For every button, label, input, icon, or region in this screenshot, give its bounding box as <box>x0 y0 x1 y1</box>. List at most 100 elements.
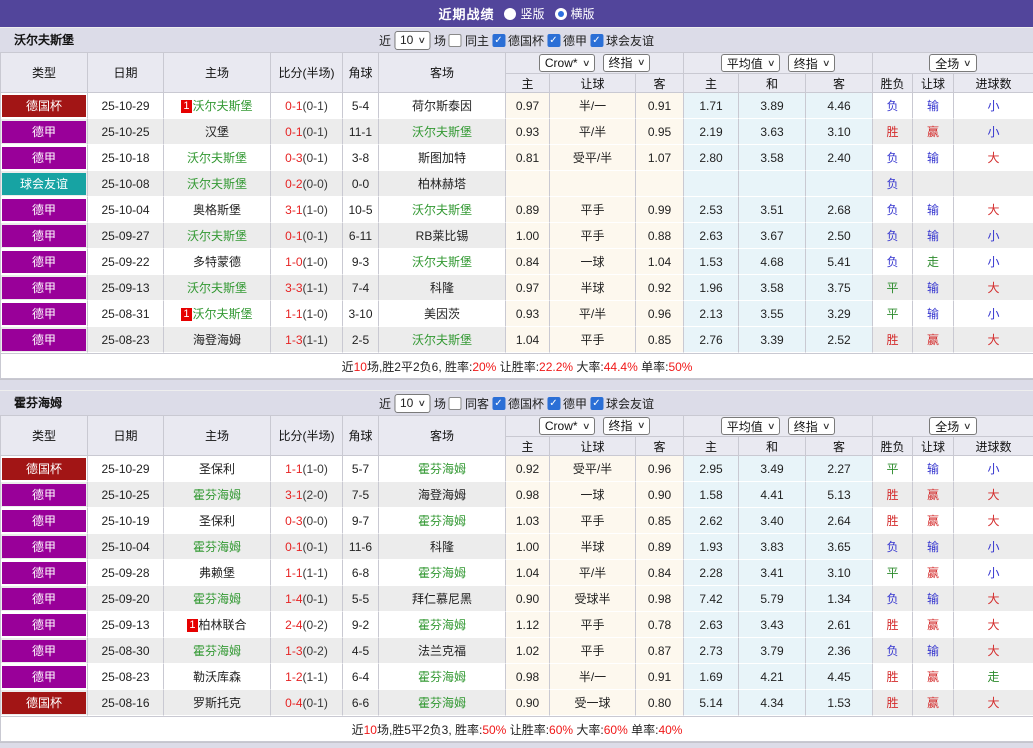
bookmaker-select[interactable]: Crow*∨ <box>539 417 595 435</box>
match-row: 德国杯25-10-291沃尔夫斯堡0-1(0-1)5-4荷尔斯泰因0.97半/一… <box>1 93 1033 119</box>
chevron-down-icon: ∨ <box>822 421 831 432</box>
average-select[interactable]: 平均值∨ <box>721 54 781 72</box>
average-odds-cell: 4.34 <box>739 690 806 716</box>
halftime-score: (0-2) <box>303 618 328 632</box>
result-text: 负 <box>887 592 899 606</box>
full-match-select[interactable]: 全场∨ <box>929 54 977 72</box>
score-cell: 0-3(0-1) <box>271 145 343 171</box>
result-text: 输 <box>927 462 939 476</box>
chevron-down-icon: ∨ <box>582 58 591 69</box>
league-filter-checkbox[interactable]: ✓ <box>547 34 560 47</box>
bookmaker-select[interactable]: Crow*∨ <box>539 54 595 72</box>
chevron-down-icon: ∨ <box>582 421 591 432</box>
fulltime-score: 0-1 <box>285 540 302 554</box>
col-header-odds-home: 主 <box>506 437 550 456</box>
score-cell: 0-1(0-1) <box>271 119 343 145</box>
home-team-name: 霍芬海姆 <box>193 592 241 606</box>
odds-time-select-2[interactable]: 终指∨ <box>788 54 836 72</box>
home-team-name: 霍芬海姆 <box>193 488 241 502</box>
home-team-cell: 沃尔夫斯堡 <box>164 145 271 171</box>
layout-option-horizontal[interactable]: 横版 <box>555 5 595 22</box>
result-text: 赢 <box>927 566 939 580</box>
away-team-name: 美因茨 <box>424 307 460 321</box>
match-count-select[interactable]: 10 ∨ <box>394 31 431 50</box>
average-odds-cell: 2.36 <box>806 638 873 664</box>
competition-type-cell: 德甲 <box>1 638 88 664</box>
handicap-result: 输 <box>913 145 954 171</box>
average-odds-cell <box>684 171 739 197</box>
result-text: 输 <box>927 281 939 295</box>
league-filter-checkbox[interactable]: ✓ <box>547 397 560 410</box>
home-team-cell: 霍芬海姆 <box>164 482 271 508</box>
home-team-cell: 沃尔夫斯堡 <box>164 275 271 301</box>
average-select[interactable]: 平均值∨ <box>721 417 781 435</box>
result-text: 负 <box>887 203 899 217</box>
result-text: 输 <box>927 644 939 658</box>
result-text: 大 <box>988 488 1000 502</box>
handicap-odds-cell: 0.85 <box>636 327 684 353</box>
handicap-result: 输 <box>913 223 954 249</box>
result-text: 大 <box>988 592 1000 606</box>
result-text: 胜 <box>887 488 899 502</box>
layout-option-vertical[interactable]: 竖版 <box>504 5 544 22</box>
summary-segment: 22.2% <box>539 360 573 374</box>
filter-controls: 近 10 ∨ 场 同主 ✓ 德国杯 ✓ 德甲 ✓ 球会友谊 <box>379 28 654 52</box>
odds-time-select-2[interactable]: 终指∨ <box>788 417 836 435</box>
chevron-down-icon: ∨ <box>417 398 426 409</box>
page-title: 近期战绩 <box>438 4 494 23</box>
away-team-name: 沃尔夫斯堡 <box>412 333 472 347</box>
home-team-cell: 1沃尔夫斯堡 <box>164 301 271 327</box>
handicap-odds-cell: 1.00 <box>506 223 550 249</box>
match-row: 德甲25-08-30霍芬海姆1-3(0-2)4-5法兰克福1.02平手0.872… <box>1 638 1033 664</box>
col-header-goals: 进球数 <box>954 74 1033 93</box>
col-header-handicap-result: 让球 <box>913 74 954 93</box>
match-count-select[interactable]: 10 ∨ <box>394 394 431 413</box>
match-row: 德甲25-08-23勒沃库森1-2(1-1)6-4霍芬海姆0.98半/一0.91… <box>1 664 1033 690</box>
radio-selected-icon[interactable] <box>555 8 567 20</box>
match-date: 25-10-29 <box>88 456 164 482</box>
friendly-filter-checkbox[interactable]: ✓ <box>590 397 603 410</box>
average-odds-cell: 4.45 <box>806 664 873 690</box>
average-odds-cell: 1.53 <box>806 690 873 716</box>
goals-result: 大 <box>954 638 1033 664</box>
result-group-header: 全场∨ <box>873 416 1033 437</box>
average-odds-cell: 2.40 <box>806 145 873 171</box>
competition-type-cell: 德甲 <box>1 560 88 586</box>
match-row: 德甲25-09-28弗赖堡1-1(1-1)6-8霍芬海姆1.04平/半0.842… <box>1 560 1033 586</box>
result-text: 小 <box>988 307 1000 321</box>
handicap-result: 输 <box>913 93 954 119</box>
col-header-home: 主场 <box>164 416 271 456</box>
winlose-result: 负 <box>873 249 913 275</box>
competition-type-cell: 德甲 <box>1 327 88 353</box>
cup-filter-checkbox[interactable]: ✓ <box>492 397 505 410</box>
full-match-select[interactable]: 全场∨ <box>929 417 977 435</box>
summary-segment: 让胜率: <box>496 360 539 374</box>
handicap-group-header: Crow*∨ 终指∨ <box>506 53 684 74</box>
summary-row: 近10场,胜5平2负3, 胜率:50% 让胜率:60% 大率:60% 单率:40… <box>1 716 1033 742</box>
handicap-odds-cell: 0.81 <box>506 145 550 171</box>
odds-time-select[interactable]: 终指∨ <box>603 54 651 72</box>
radio-icon[interactable] <box>504 8 516 20</box>
winlose-result: 胜 <box>873 612 913 638</box>
result-text: 大 <box>988 151 1000 165</box>
odds-time-select[interactable]: 终指∨ <box>603 417 651 435</box>
same-venue-checkbox[interactable] <box>449 34 462 47</box>
average-odds-cell: 3.29 <box>806 301 873 327</box>
away-team-name: 海登海姆 <box>418 488 466 502</box>
away-team-cell: 沃尔夫斯堡 <box>379 119 506 145</box>
handicap-odds-cell: 0.92 <box>506 456 550 482</box>
handicap-odds-cell: 0.80 <box>636 690 684 716</box>
match-date: 25-10-19 <box>88 508 164 534</box>
away-team-name: 霍芬海姆 <box>418 514 466 528</box>
match-row: 德甲25-10-18沃尔夫斯堡0-3(0-1)3-8斯图加特0.81受平/半1.… <box>1 145 1033 171</box>
cup-filter-checkbox[interactable]: ✓ <box>492 34 505 47</box>
corner-count: 6-4 <box>343 664 379 690</box>
match-date: 25-08-23 <box>88 327 164 353</box>
same-venue-checkbox[interactable] <box>449 397 462 410</box>
filter-controls: 近 10 ∨ 场 同客 ✓ 德国杯 ✓ 德甲 ✓ 球会友谊 <box>379 391 654 415</box>
average-odds-cell: 2.27 <box>806 456 873 482</box>
match-row: 德甲25-09-22多特蒙德1-0(1-0)9-3沃尔夫斯堡0.84一球1.04… <box>1 249 1033 275</box>
friendly-filter-checkbox[interactable]: ✓ <box>590 34 603 47</box>
away-team-name: 霍芬海姆 <box>418 696 466 710</box>
away-team-name: 科隆 <box>430 540 454 554</box>
